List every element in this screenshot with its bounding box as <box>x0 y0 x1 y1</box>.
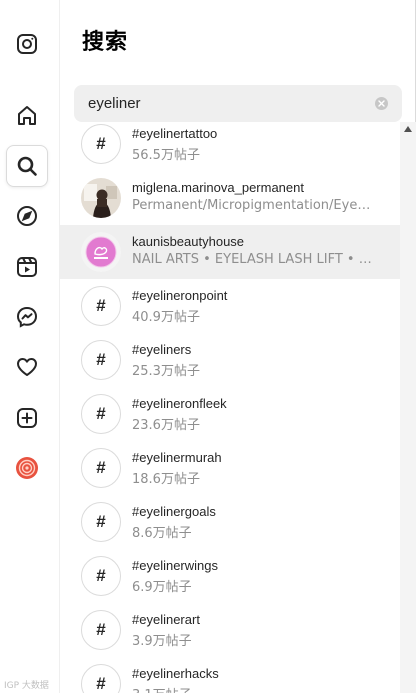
user-avatar <box>81 178 121 218</box>
sidebar-nav <box>0 0 60 693</box>
result-title: #eyelineronpoint <box>132 288 228 303</box>
search-result-item[interactable]: miglena.marinova_permanent Permanent/Mic… <box>60 171 400 225</box>
messages-button[interactable] <box>6 296 48 338</box>
results-scrollbar[interactable] <box>400 122 416 693</box>
search-result-item[interactable]: # #eyelinergoals 8.6万帖子 <box>60 495 400 549</box>
hashtag-icon: # <box>81 448 121 488</box>
result-subtitle: 56.5万帖子 <box>132 148 200 163</box>
result-title: #eyelinermurah <box>132 450 222 465</box>
create-icon <box>17 408 37 428</box>
hashtag-icon: # <box>81 502 121 542</box>
hashtag-icon: # <box>81 556 121 596</box>
result-title: #eyelineronfleek <box>132 396 227 411</box>
hashtag-icon: # <box>81 124 121 164</box>
scroll-up-arrow-icon[interactable] <box>404 126 412 132</box>
home-button[interactable] <box>6 95 48 137</box>
close-icon <box>378 100 385 107</box>
search-result-item[interactable]: # #eyelinerart 3.9万帖子 <box>60 603 400 657</box>
search-result-item[interactable]: # #eyelineronfleek 23.6万帖子 <box>60 387 400 441</box>
result-subtitle: 8.6万帖子 <box>132 526 192 541</box>
hashtag-icon: # <box>81 394 121 434</box>
search-result-item[interactable]: # #eyelinerwings 6.9万帖子 <box>60 549 400 603</box>
reels-button[interactable] <box>6 246 48 288</box>
result-subtitle: NAIL ARTS • EYELASH LASH LIFT • SULKA <box>132 252 376 267</box>
hashtag-icon: # <box>81 286 121 326</box>
result-subtitle: 40.9万帖子 <box>132 310 200 325</box>
messenger-icon <box>16 306 38 328</box>
search-result-item[interactable]: kaunisbeautyhouse NAIL ARTS • EYELASH LA… <box>60 225 400 279</box>
search-result-item[interactable]: # #eyeliners 25.3万帖子 <box>60 333 400 387</box>
hashtag-icon: # <box>81 664 121 693</box>
result-title: #eyeliners <box>132 342 192 357</box>
search-panel: 搜索 # #eyelinertattoo 56.5万帖子 <box>60 0 416 693</box>
profile-button[interactable] <box>6 447 48 489</box>
profile-avatar-icon <box>16 457 38 479</box>
result-subtitle: Permanent/Micropigmentation/Eyebrows <box>132 198 376 213</box>
result-title: #eyelinergoals <box>132 504 216 519</box>
search-box <box>74 85 402 122</box>
instagram-logo-button[interactable] <box>6 23 48 65</box>
result-title: miglena.marinova_permanent <box>132 180 304 195</box>
result-title: #eyelinerhacks <box>132 666 219 681</box>
profile-photo-icon <box>81 178 121 218</box>
user-avatar <box>81 232 121 272</box>
search-result-item[interactable]: # #eyelineronpoint 40.9万帖子 <box>60 279 400 333</box>
search-result-item[interactable]: # #eyelinerhacks 3.1万帖子 <box>60 657 400 693</box>
result-subtitle: 3.1万帖子 <box>132 684 192 693</box>
result-subtitle: 23.6万帖子 <box>132 418 200 433</box>
clear-search-button[interactable] <box>375 97 388 110</box>
search-icon <box>17 156 37 176</box>
result-subtitle: 25.3万帖子 <box>132 364 200 379</box>
result-title: #eyelinertattoo <box>132 126 218 141</box>
hashtag-icon: # <box>81 610 121 650</box>
search-button[interactable] <box>6 145 48 187</box>
profile-logo-icon <box>81 232 121 272</box>
result-subtitle: 6.9万帖子 <box>132 580 192 595</box>
compass-icon <box>17 206 37 226</box>
search-result-item[interactable]: # #eyelinertattoo 56.5万帖子 <box>60 122 400 171</box>
notifications-button[interactable] <box>6 346 48 388</box>
search-results-list: # #eyelinertattoo 56.5万帖子 miglena.marino… <box>60 122 400 693</box>
instagram-icon <box>17 34 37 54</box>
search-result-item[interactable]: # #eyelinermurah 18.6万帖子 <box>60 441 400 495</box>
panel-title: 搜索 <box>82 30 129 55</box>
result-title: #eyelinerart <box>132 612 200 627</box>
result-title: kaunisbeautyhouse <box>132 234 245 249</box>
heart-icon <box>17 358 37 376</box>
result-subtitle: 18.6万帖子 <box>132 472 200 487</box>
result-title: #eyelinerwings <box>132 558 218 573</box>
hashtag-icon: # <box>81 340 121 380</box>
result-subtitle: 3.9万帖子 <box>132 634 192 649</box>
reels-icon <box>17 257 37 277</box>
watermark: IGP 大数据 <box>4 681 49 691</box>
create-button[interactable] <box>6 397 48 439</box>
search-input[interactable] <box>88 85 368 122</box>
explore-button[interactable] <box>6 195 48 237</box>
home-icon <box>18 106 36 125</box>
